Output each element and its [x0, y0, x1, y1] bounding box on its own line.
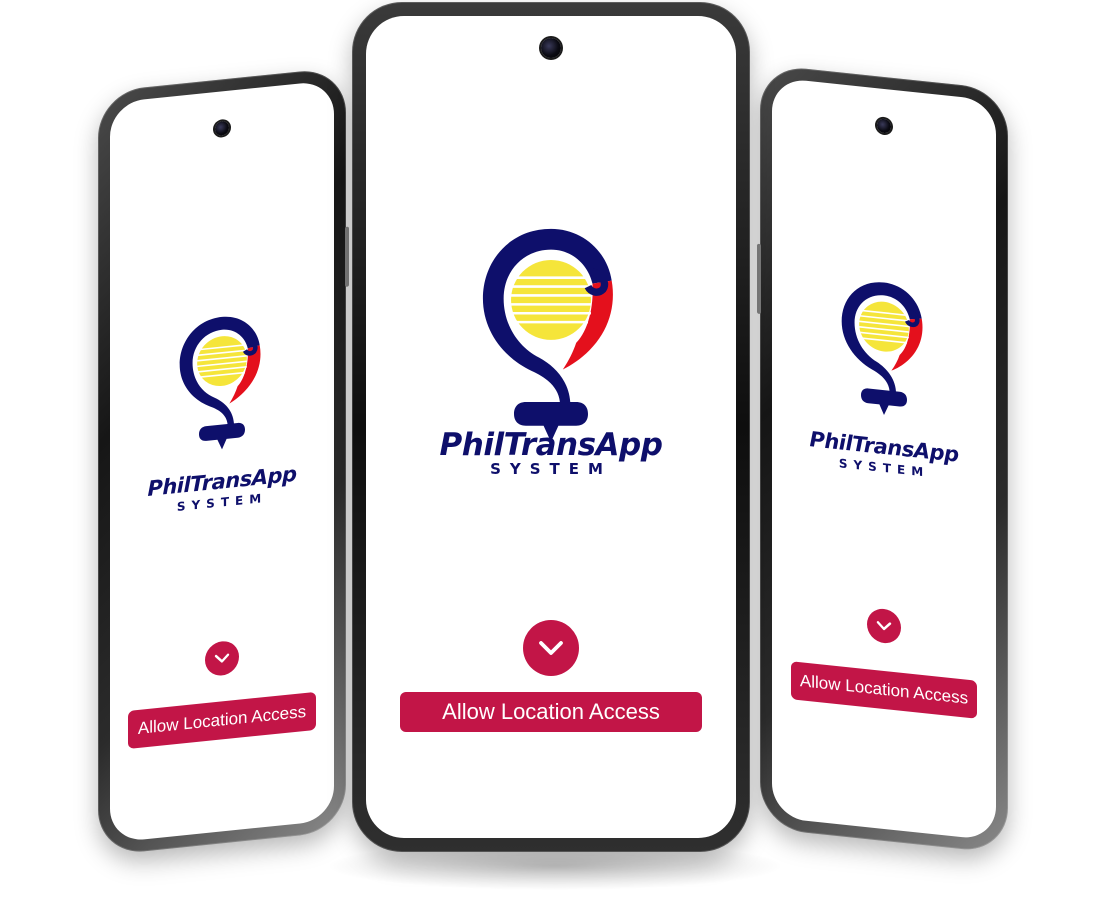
brand-subtitle: SYSTEM	[490, 460, 612, 478]
mockup-stage: PhilTransApp SYSTEM Allow Location Acces…	[0, 0, 1110, 902]
allow-location-button[interactable]: Allow Location Access	[400, 692, 702, 732]
scroll-down-button[interactable]	[867, 607, 901, 645]
chevron-down-icon	[539, 641, 563, 655]
logo-graphic	[482, 228, 613, 442]
phone-center: PhilTransApp SYSTEM Allow Location Acces…	[352, 2, 750, 852]
phone-left: PhilTransApp SYSTEM Allow Location Acces…	[98, 66, 349, 856]
side-button	[757, 243, 761, 315]
logo-graphic	[179, 316, 261, 450]
chevron-down-icon	[876, 621, 892, 631]
allow-location-button[interactable]: Allow Location Access	[128, 691, 316, 749]
chevron-down-icon	[214, 653, 230, 663]
scroll-down-button[interactable]	[523, 620, 579, 676]
side-button	[345, 226, 349, 287]
phone-screen: PhilTransApp SYSTEM Allow Location Acces…	[366, 16, 736, 838]
app-screen: PhilTransApp SYSTEM Allow Location Acces…	[772, 77, 996, 841]
allow-location-button[interactable]: Allow Location Access	[791, 661, 977, 719]
location-pin-sun-logo	[179, 316, 261, 450]
app-screen: PhilTransApp SYSTEM Allow Location Acces…	[366, 16, 736, 838]
logo-graphic	[841, 282, 923, 415]
phone-screen: PhilTransApp SYSTEM Allow Location Acces…	[110, 80, 334, 843]
location-pin-sun-logo	[841, 282, 923, 415]
phone-right: PhilTransApp SYSTEM Allow Location Acces…	[757, 63, 1008, 855]
location-pin-sun-logo	[482, 228, 613, 442]
app-screen: PhilTransApp SYSTEM Allow Location Acces…	[110, 80, 334, 843]
scroll-down-button[interactable]	[205, 639, 239, 678]
phone-screen: PhilTransApp SYSTEM Allow Location Acces…	[772, 77, 996, 841]
brand-name: PhilTransApp	[439, 427, 663, 463]
